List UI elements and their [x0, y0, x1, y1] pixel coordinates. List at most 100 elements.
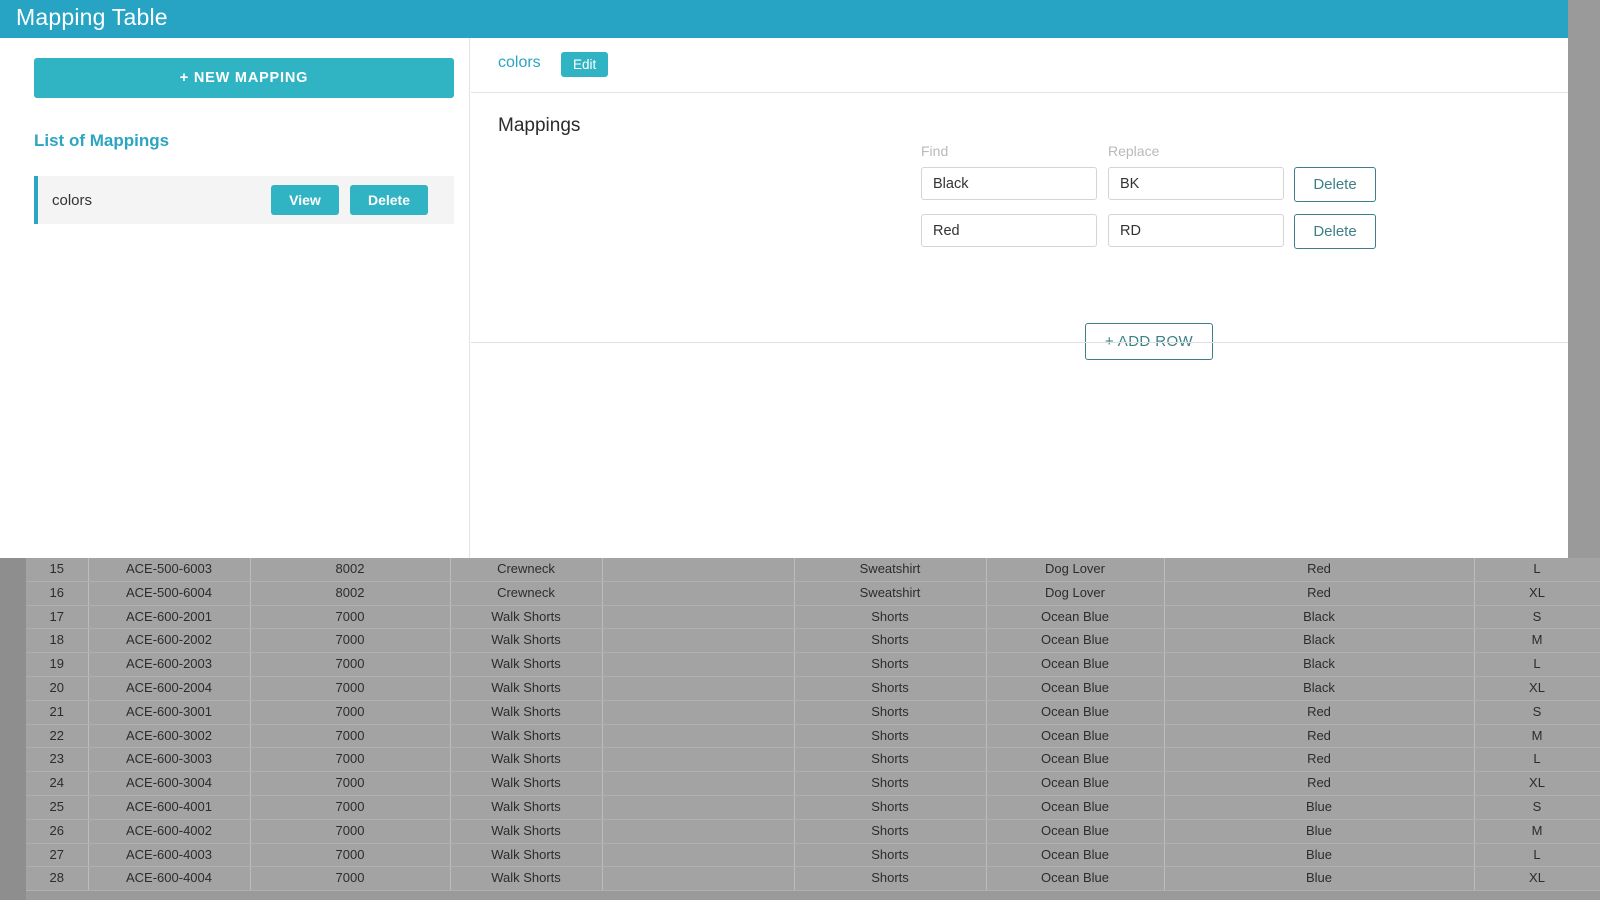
table-cell[interactable]: 26	[26, 819, 88, 843]
table-cell[interactable]: Ocean Blue	[986, 605, 1164, 629]
table-cell[interactable]: Ocean Blue	[986, 867, 1164, 891]
table-cell[interactable]: 23	[26, 748, 88, 772]
table-cell[interactable]: 22	[26, 724, 88, 748]
table-cell[interactable]: Red	[1164, 558, 1474, 581]
table-cell[interactable]: Shorts	[794, 653, 986, 677]
table-cell[interactable]: 19	[26, 653, 88, 677]
table-cell[interactable]: ACE-600-4003	[88, 843, 250, 867]
table-cell[interactable]: 7000	[250, 748, 450, 772]
table-cell[interactable]: 15	[26, 558, 88, 581]
table-cell[interactable]: L	[1474, 748, 1600, 772]
table-cell[interactable]: 7000	[250, 795, 450, 819]
table-cell[interactable]: Crewneck	[450, 558, 602, 581]
table-cell[interactable]: ACE-600-3001	[88, 700, 250, 724]
table-cell[interactable]: ACE-600-3002	[88, 724, 250, 748]
table-cell[interactable]: 18	[26, 629, 88, 653]
table-row[interactable]: 21ACE-600-30017000Walk ShortsShortsOcean…	[26, 700, 1600, 724]
delete-row-button[interactable]: Delete	[1294, 214, 1376, 249]
table-row[interactable]: 27ACE-600-40037000Walk ShortsShortsOcean…	[26, 843, 1600, 867]
table-cell[interactable]: Sweatshirt	[794, 581, 986, 605]
table-cell[interactable]: XL	[1474, 676, 1600, 700]
table-cell[interactable]: Red	[1164, 772, 1474, 796]
view-mapping-button[interactable]: View	[271, 185, 339, 215]
table-cell[interactable]: Dog Lover	[986, 581, 1164, 605]
mapping-list-item[interactable]: colorsViewDelete	[34, 176, 454, 224]
new-mapping-button[interactable]: + NEW MAPPING	[34, 58, 454, 98]
delete-mapping-button[interactable]: Delete	[350, 185, 428, 215]
table-cell[interactable]: ACE-600-4004	[88, 867, 250, 891]
table-cell[interactable]: Ocean Blue	[986, 653, 1164, 677]
table-cell[interactable]: ACE-600-3003	[88, 748, 250, 772]
table-cell[interactable]: Walk Shorts	[450, 724, 602, 748]
spreadsheet-table[interactable]: 15ACE-500-60038002CrewneckSweatshirtDog …	[26, 558, 1600, 891]
table-cell[interactable]: 27	[26, 843, 88, 867]
table-row[interactable]: 20ACE-600-20047000Walk ShortsShortsOcean…	[26, 676, 1600, 700]
table-cell[interactable]: 7000	[250, 724, 450, 748]
table-cell[interactable]: Walk Shorts	[450, 772, 602, 796]
edit-button[interactable]: Edit	[561, 52, 608, 77]
table-cell[interactable]: M	[1474, 724, 1600, 748]
breadcrumb[interactable]: colors	[498, 54, 541, 72]
table-cell[interactable]: Shorts	[794, 748, 986, 772]
table-cell[interactable]: L	[1474, 558, 1600, 581]
table-cell[interactable]: ACE-600-4002	[88, 819, 250, 843]
table-cell[interactable]: Ocean Blue	[986, 676, 1164, 700]
table-cell[interactable]: Shorts	[794, 843, 986, 867]
table-cell[interactable]: Walk Shorts	[450, 819, 602, 843]
table-cell[interactable]: Shorts	[794, 867, 986, 891]
table-cell[interactable]: Shorts	[794, 629, 986, 653]
table-row[interactable]: 15ACE-500-60038002CrewneckSweatshirtDog …	[26, 558, 1600, 581]
table-cell[interactable]: Walk Shorts	[450, 629, 602, 653]
table-cell[interactable]: 7000	[250, 867, 450, 891]
table-cell[interactable]	[602, 748, 794, 772]
table-cell[interactable]	[602, 605, 794, 629]
table-cell[interactable]: ACE-600-2003	[88, 653, 250, 677]
table-cell[interactable]: 7000	[250, 629, 450, 653]
table-cell[interactable]: ACE-600-3004	[88, 772, 250, 796]
table-cell[interactable]: Ocean Blue	[986, 724, 1164, 748]
table-cell[interactable]: Black	[1164, 629, 1474, 653]
table-cell[interactable]: M	[1474, 629, 1600, 653]
table-cell[interactable]: Walk Shorts	[450, 605, 602, 629]
find-input[interactable]	[921, 167, 1097, 200]
table-cell[interactable]	[602, 819, 794, 843]
table-cell[interactable]: 25	[26, 795, 88, 819]
table-cell[interactable]: Ocean Blue	[986, 748, 1164, 772]
table-cell[interactable]: M	[1474, 819, 1600, 843]
table-cell[interactable]	[602, 700, 794, 724]
table-cell[interactable]: Red	[1164, 748, 1474, 772]
table-cell[interactable]: Walk Shorts	[450, 867, 602, 891]
table-cell[interactable]: 7000	[250, 605, 450, 629]
table-cell[interactable]	[602, 795, 794, 819]
table-row[interactable]: 25ACE-600-40017000Walk ShortsShortsOcean…	[26, 795, 1600, 819]
table-cell[interactable]	[602, 867, 794, 891]
find-input[interactable]	[921, 214, 1097, 247]
table-row[interactable]: 18ACE-600-20027000Walk ShortsShortsOcean…	[26, 629, 1600, 653]
table-cell[interactable]: Shorts	[794, 605, 986, 629]
table-cell[interactable]	[602, 843, 794, 867]
table-cell[interactable]: Walk Shorts	[450, 748, 602, 772]
table-cell[interactable]: Shorts	[794, 819, 986, 843]
table-cell[interactable]: Walk Shorts	[450, 795, 602, 819]
table-cell[interactable]	[602, 581, 794, 605]
table-cell[interactable]: Blue	[1164, 867, 1474, 891]
table-cell[interactable]	[602, 724, 794, 748]
table-cell[interactable]: ACE-500-6003	[88, 558, 250, 581]
table-cell[interactable]: Ocean Blue	[986, 772, 1164, 796]
table-cell[interactable]: Crewneck	[450, 581, 602, 605]
table-cell[interactable]: 24	[26, 772, 88, 796]
table-cell[interactable]	[602, 629, 794, 653]
table-cell[interactable]: 7000	[250, 700, 450, 724]
table-cell[interactable]: ACE-600-4001	[88, 795, 250, 819]
table-cell[interactable]: S	[1474, 795, 1600, 819]
table-cell[interactable]	[602, 676, 794, 700]
table-cell[interactable]: Red	[1164, 700, 1474, 724]
table-cell[interactable]: Ocean Blue	[986, 795, 1164, 819]
table-cell[interactable]: 16	[26, 581, 88, 605]
table-cell[interactable]: ACE-600-2004	[88, 676, 250, 700]
table-cell[interactable]: 28	[26, 867, 88, 891]
table-cell[interactable]: Walk Shorts	[450, 653, 602, 677]
table-cell[interactable]: 7000	[250, 653, 450, 677]
table-cell[interactable]: Shorts	[794, 724, 986, 748]
table-cell[interactable]: 7000	[250, 676, 450, 700]
